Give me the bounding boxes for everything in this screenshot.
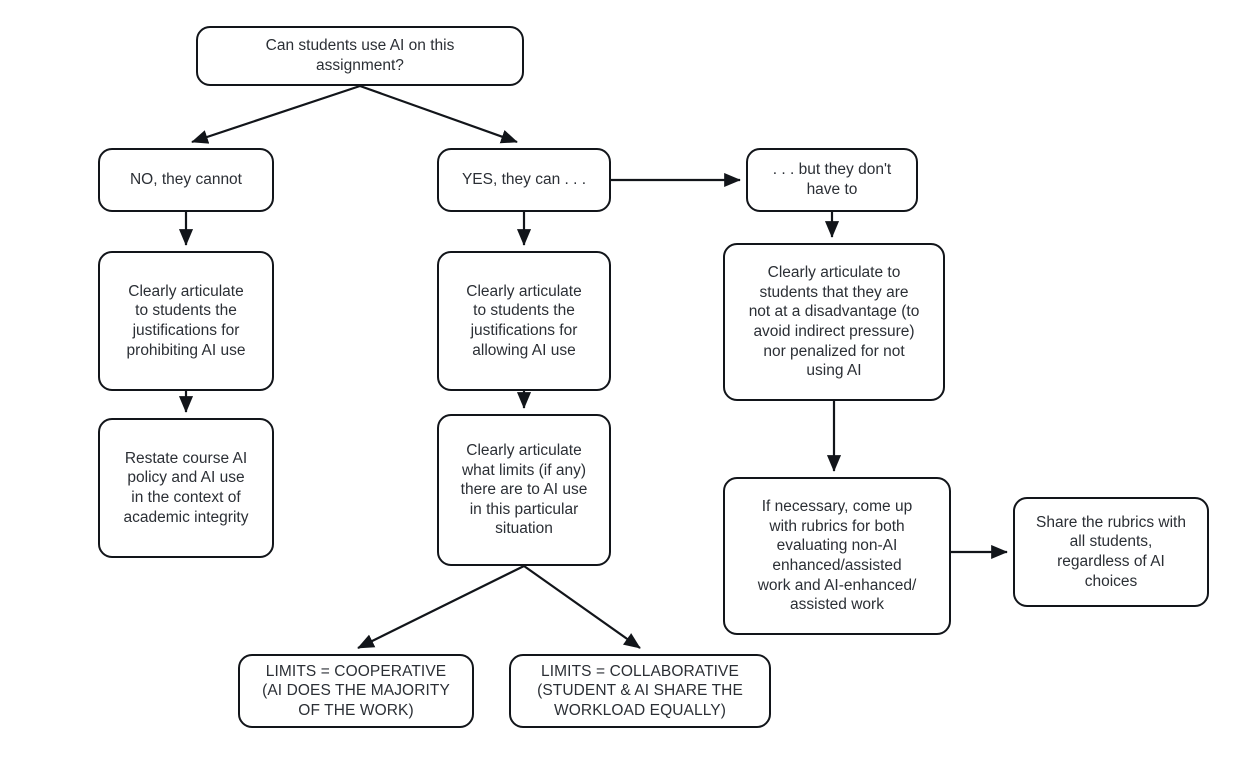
step-articulate-limits[interactable]: Clearly articulate what limits (if any) … xyxy=(437,414,611,566)
edge-root-to-yes xyxy=(359,84,518,144)
step-justify-prohibiting-ai[interactable]: Clearly articulate to students the justi… xyxy=(98,251,274,391)
outcome-limits-collaborative[interactable]: LIMITS = COLLABORATIVE (STUDENT & AI SHA… xyxy=(509,654,771,728)
outcome-limits-cooperative[interactable]: LIMITS = COOPERATIVE (AI DOES THE MAJORI… xyxy=(238,654,474,728)
branch-but-they-dont-have-to[interactable]: . . . but they don't have to xyxy=(746,148,918,212)
decision-can-students-use-ai[interactable]: Can students use AI on this assignment? xyxy=(196,26,524,86)
branch-yes[interactable]: YES, they can . . . xyxy=(437,148,611,212)
edge-root-to-no xyxy=(191,84,361,144)
flowchart-canvas: Can students use AI on this assignment? N… xyxy=(0,0,1246,769)
step-restate-course-policy[interactable]: Restate course AI policy and AI use in t… xyxy=(98,418,274,558)
edge-limits-to-collaborative xyxy=(523,565,641,649)
edge-limits-to-cooperative xyxy=(357,565,525,649)
step-create-rubrics[interactable]: If necessary, come up with rubrics for b… xyxy=(723,477,951,635)
step-no-disadvantage[interactable]: Clearly articulate to students that they… xyxy=(723,243,945,401)
step-justify-allowing-ai[interactable]: Clearly articulate to students the justi… xyxy=(437,251,611,391)
step-share-rubrics[interactable]: Share the rubrics with all students, reg… xyxy=(1013,497,1209,607)
branch-no[interactable]: NO, they cannot xyxy=(98,148,274,212)
